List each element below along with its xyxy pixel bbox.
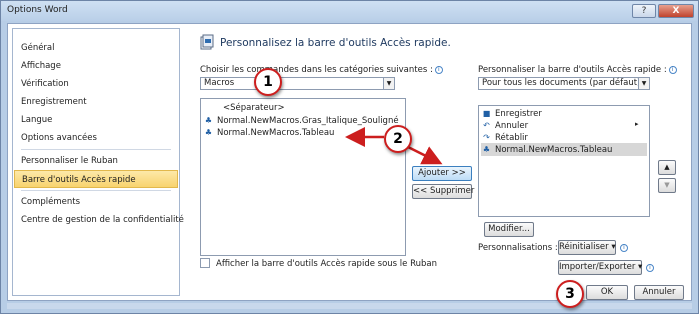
callout-badge-3: 3 bbox=[556, 280, 584, 308]
callout-badge-2: 2 bbox=[384, 125, 412, 153]
callout-arrow-right bbox=[405, 144, 443, 165]
annotation-arrows bbox=[345, 127, 443, 165]
callout-badge-1: 1 bbox=[254, 68, 282, 96]
